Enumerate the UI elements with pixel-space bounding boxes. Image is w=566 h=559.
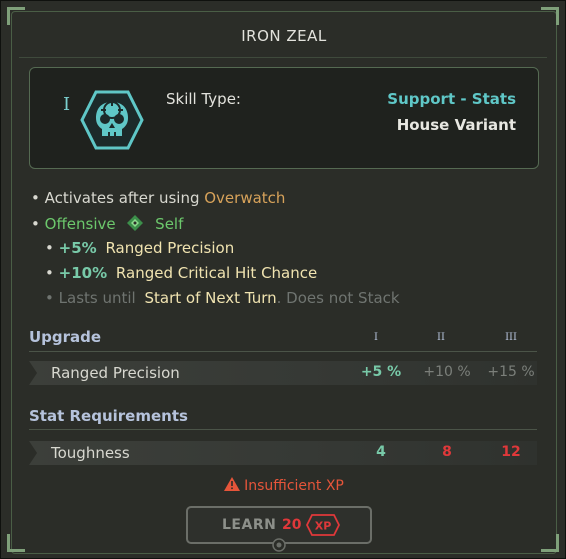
- effect-bonus-2: • +10% Ranged Critical Hit Chance: [45, 264, 317, 282]
- tag-self: Self: [155, 215, 184, 233]
- skill-title: IRON ZEAL: [241, 27, 327, 45]
- requirement-value-2: 8: [442, 444, 452, 460]
- title-divider: [19, 57, 547, 58]
- upgrade-value-1: +5 %: [360, 364, 402, 380]
- bullet: •: [45, 264, 54, 282]
- effect-bonus-1: • +5% Ranged Precision: [45, 239, 234, 257]
- duration-suffix: . Does not Stack: [276, 289, 400, 307]
- insufficient-xp-warning: Insufficient XP: [1, 477, 566, 494]
- frame-corner: [541, 7, 559, 25]
- skull-crosshair-icon: [80, 90, 144, 150]
- xp-badge-icon: XP: [306, 514, 340, 536]
- bonus-2-label: Ranged Critical Hit Chance: [115, 264, 318, 282]
- bullet: •: [45, 289, 54, 307]
- upgrade-value-2: +10 %: [423, 364, 471, 380]
- bullet: •: [31, 189, 40, 207]
- upgrade-row-label: Ranged Precision: [51, 364, 180, 382]
- duration-prefix: Lasts until: [58, 289, 136, 307]
- frame-corner: [7, 7, 25, 25]
- upgrade-value-3: +15 %: [487, 364, 535, 380]
- requirement-row: Toughness 4 8 12: [29, 441, 537, 465]
- warning-text: Insufficient XP: [244, 478, 344, 494]
- bonus-2-value: +10%: [58, 264, 108, 282]
- frame-corner: [541, 534, 559, 552]
- requirements-heading: Stat Requirements: [29, 407, 188, 425]
- bonus-1-value: +5%: [58, 239, 97, 257]
- skill-variant: House Variant: [396, 116, 516, 134]
- tag-offensive: Offensive: [44, 215, 116, 233]
- activation-prefix: Activates after using: [44, 189, 200, 207]
- activation-skill: Overwatch: [204, 189, 286, 207]
- learn-label: LEARN: [222, 517, 277, 533]
- learn-cost: 20: [282, 517, 302, 533]
- bullet: •: [31, 215, 40, 233]
- upgrade-divider: [29, 351, 537, 352]
- skill-tier: I: [63, 94, 71, 115]
- skill-type-value: Support - Stats: [387, 90, 516, 108]
- xp-currency: XP: [315, 520, 332, 533]
- requirement-row-label: Toughness: [51, 444, 130, 462]
- skill-header: I Skill Type: Support - Stats House Vari…: [29, 67, 539, 169]
- effect-tags: • Offensive Self: [31, 214, 183, 233]
- requirement-value-3: 12: [501, 444, 521, 460]
- upgrade-row: Ranged Precision +5 % +10 % +15 %: [29, 361, 537, 385]
- upgrade-level-2: II: [437, 332, 445, 343]
- bullet: •: [45, 239, 54, 257]
- bonus-1-label: Ranged Precision: [105, 239, 235, 257]
- target-self-icon: [127, 215, 144, 231]
- effect-duration: • Lasts until Start of Next Turn. Does n…: [45, 289, 400, 307]
- upgrade-level-3: III: [505, 332, 517, 343]
- effect-activation: • Activates after using Overwatch: [31, 189, 285, 207]
- upgrade-heading: Upgrade: [29, 328, 102, 346]
- requirement-value-1: 4: [376, 444, 386, 460]
- skill-type-label: Skill Type:: [166, 90, 241, 108]
- frame-knob-icon: [272, 538, 286, 552]
- upgrade-level-1: I: [374, 332, 378, 343]
- warning-icon: [224, 477, 241, 491]
- duration-value: Start of Next Turn: [144, 289, 277, 307]
- skill-tooltip-panel: IRON ZEAL I Skill Type: Support - Stats …: [0, 0, 566, 559]
- requirements-divider: [29, 429, 537, 430]
- frame-corner: [7, 534, 25, 552]
